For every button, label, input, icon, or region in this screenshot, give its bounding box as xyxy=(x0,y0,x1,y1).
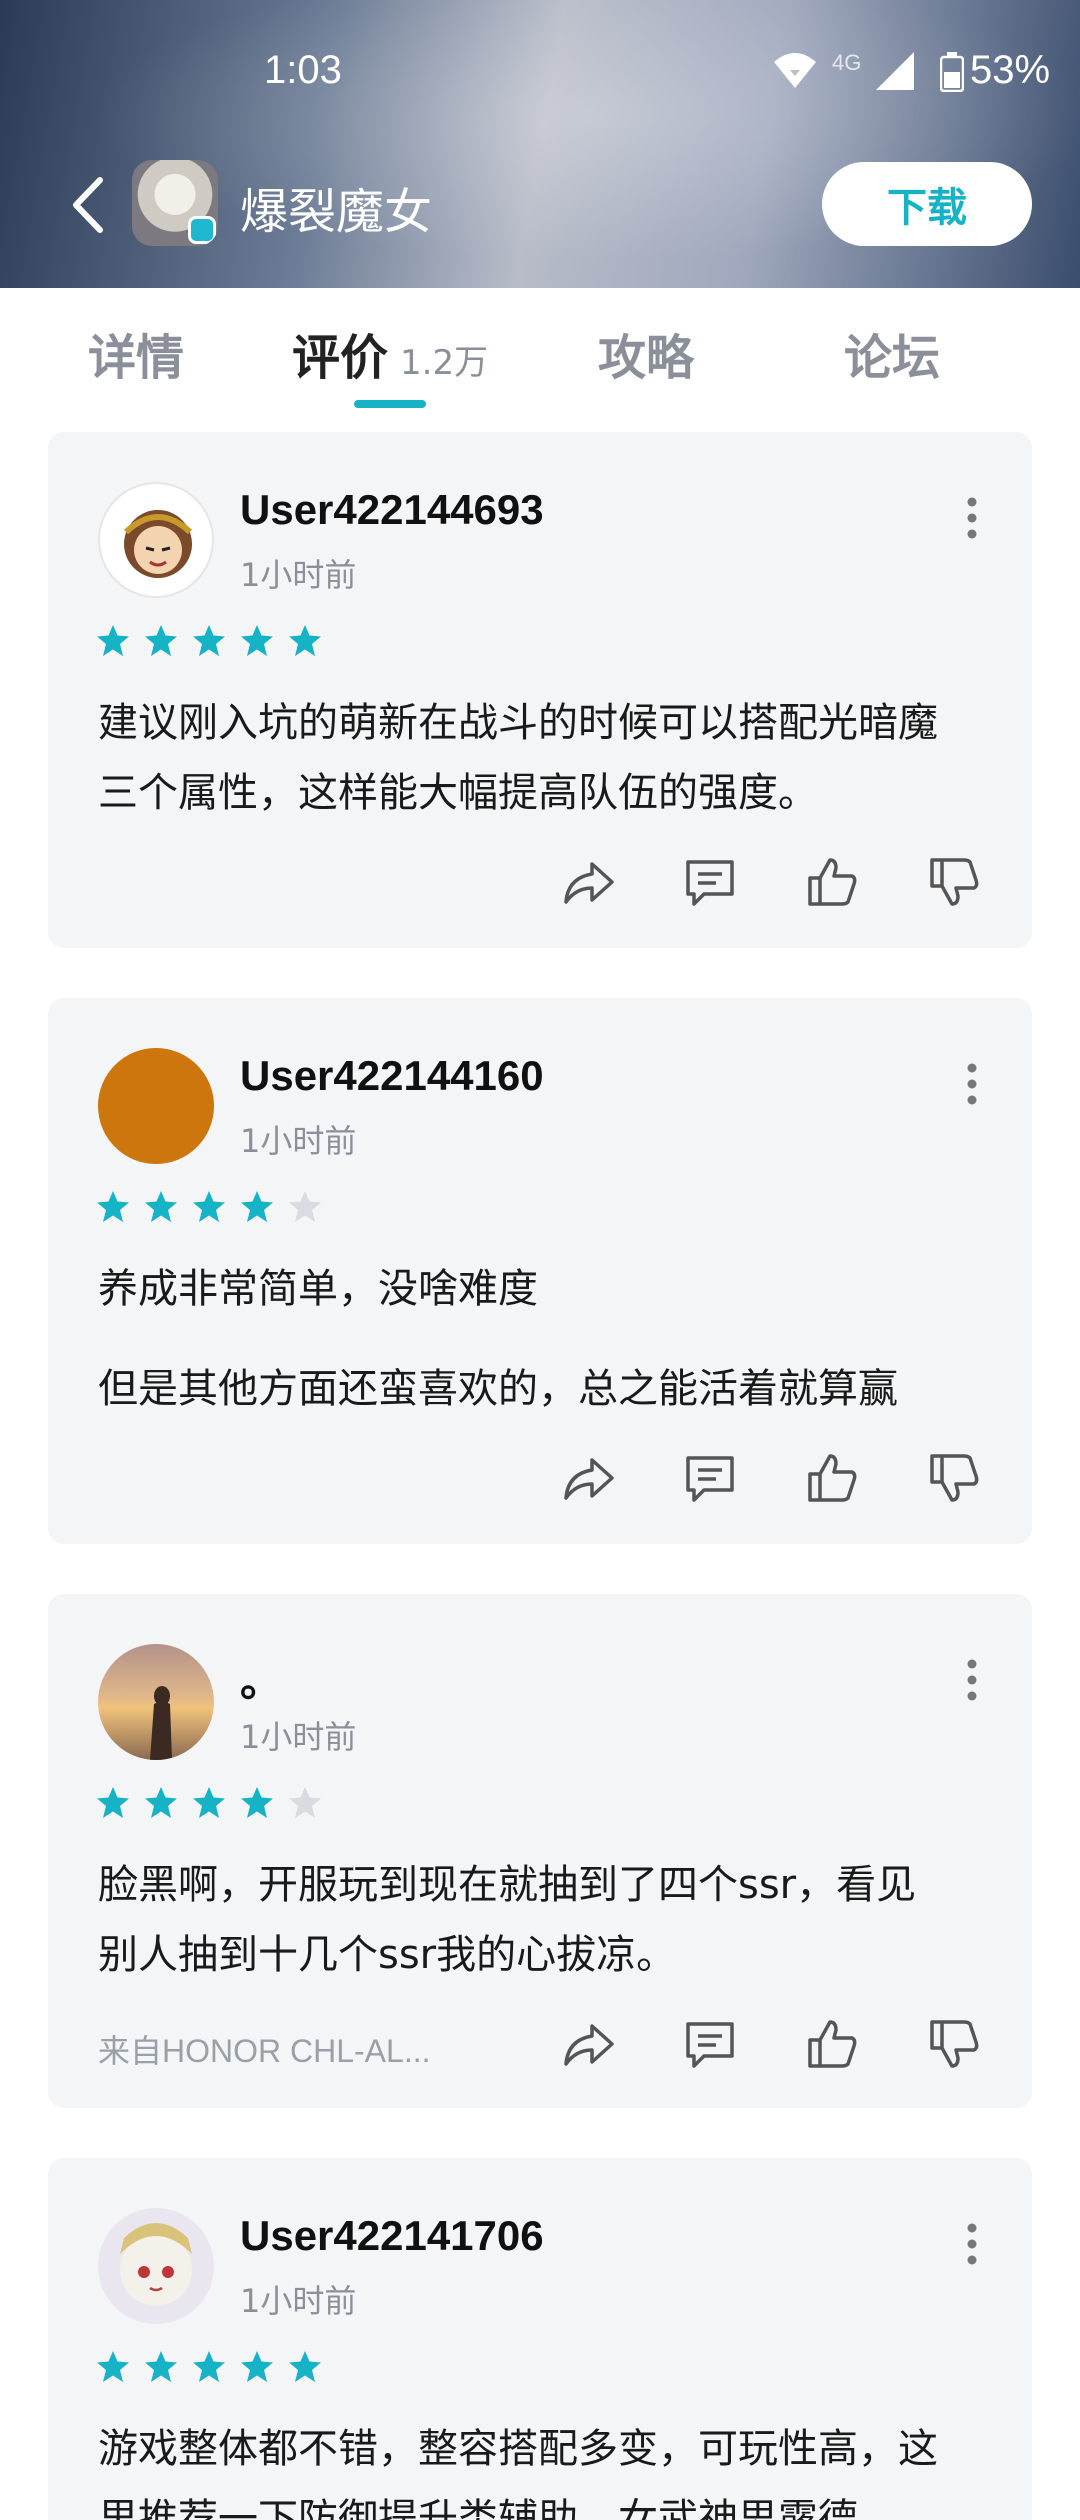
rating-stars xyxy=(96,1190,322,1224)
thumbs-up-icon[interactable] xyxy=(802,852,862,912)
rating-stars xyxy=(96,2350,322,2384)
review-actions xyxy=(558,1448,984,1508)
thumbs-down-icon[interactable] xyxy=(924,852,984,912)
star-empty-icon xyxy=(289,1787,321,1818)
review-time: 1小时前 xyxy=(240,2282,357,2320)
tab-reviews-label: 评价 xyxy=(292,330,389,386)
review-username[interactable]: User422141706 xyxy=(240,2212,544,2260)
star-filled-icon xyxy=(97,625,129,656)
comment-icon[interactable] xyxy=(680,1448,740,1508)
back-arrow-icon[interactable] xyxy=(64,170,114,240)
review-username[interactable]: User422144693 xyxy=(240,486,544,534)
star-filled-icon xyxy=(241,625,273,656)
review-text-line: 脸黑啊，开服玩到现在就抽到了四个ssr，看见 xyxy=(98,1862,917,1908)
avatar-anime-girl-image xyxy=(120,2223,192,2306)
avatar-monkey-image xyxy=(123,510,193,578)
avatar[interactable] xyxy=(98,482,214,598)
tab-forum-label: 论坛 xyxy=(844,330,941,386)
review-text-line: 养成非常简单，没啥难度 xyxy=(98,1266,538,1312)
review-text-line: 但是其他方面还蛮喜欢的，总之能活着就算赢 xyxy=(98,1366,898,1412)
more-options-icon[interactable] xyxy=(962,2222,982,2266)
comment-icon[interactable] xyxy=(680,2014,740,2074)
app-header: 1:03 4G 53% 爆裂魔女 下载 xyxy=(0,0,1080,288)
share-icon[interactable] xyxy=(558,2014,618,2074)
review-actions xyxy=(558,852,984,912)
review-text: 建议刚入坑的萌新在战斗的时候可以搭配光暗魔 三个属性，这样能大幅提高队伍的强度。 xyxy=(98,688,998,828)
star-filled-icon xyxy=(193,1787,225,1818)
tab-reviews[interactable]: 评价 1.2万 xyxy=(292,318,488,388)
review-card: User422141706 1小时前 游戏整体都不错，整容搭配多变，可玩性高，这… xyxy=(48,2158,1032,2520)
star-filled-icon xyxy=(193,625,225,656)
app-title: 爆裂魔女 xyxy=(240,184,433,240)
share-icon[interactable] xyxy=(558,852,618,912)
status-bar: 1:03 4G 53% xyxy=(0,0,1080,140)
star-filled-icon xyxy=(145,1191,177,1222)
signal-icon xyxy=(876,52,914,90)
star-filled-icon xyxy=(289,2351,321,2382)
review-card: User422144160 1小时前 养成非常简单，没啥难度 但是其他方面还蛮喜… xyxy=(48,998,1032,1544)
wifi-icon xyxy=(774,53,816,88)
avatar[interactable] xyxy=(98,1048,214,1164)
review-username[interactable]: 。 xyxy=(240,1648,282,1709)
thumbs-down-icon[interactable] xyxy=(924,2014,984,2074)
review-card: 。 1小时前 脸黑啊，开服玩到现在就抽到了四个ssr，看见 别人抽到十几个ssr… xyxy=(48,1594,1032,2108)
more-options-icon[interactable] xyxy=(962,1658,982,1702)
rating-stars xyxy=(96,1786,322,1820)
review-text-line: 三个属性，这样能大幅提高队伍的强度。 xyxy=(98,770,818,816)
review-time: 1小时前 xyxy=(240,1122,357,1160)
thumbs-down-icon[interactable] xyxy=(924,1448,984,1508)
battery-icon xyxy=(940,52,964,92)
thumbs-up-icon[interactable] xyxy=(802,1448,862,1508)
review-count: 1.2万 xyxy=(400,343,489,383)
rating-stars xyxy=(96,624,322,658)
review-text: 游戏整体都不错，整容搭配多变，可玩性高，这 里推荐一下防御提升类辅助，女武神思露… xyxy=(98,2414,998,2520)
avatar[interactable] xyxy=(98,2208,214,2324)
star-filled-icon xyxy=(145,1787,177,1818)
review-text-line: 建议刚入坑的萌新在战斗的时候可以搭配光暗魔 xyxy=(98,700,938,746)
review-text-line: 游戏整体都不错，整容搭配多变，可玩性高，这 xyxy=(98,2426,938,2472)
network-type: 4G xyxy=(832,50,862,75)
review-text: 养成非常简单，没啥难度 但是其他方面还蛮喜欢的，总之能活着就算赢 xyxy=(98,1254,998,1424)
tab-guides-label: 攻略 xyxy=(598,330,695,386)
star-filled-icon xyxy=(241,1191,273,1222)
tab-details-label: 详情 xyxy=(88,330,185,386)
review-card: User422144693 1小时前 建议刚入坑的萌新在战斗的时候可以搭配光暗魔… xyxy=(48,432,1032,948)
status-time: 1:03 xyxy=(264,48,342,92)
review-time: 1小时前 xyxy=(240,556,357,594)
star-filled-icon xyxy=(145,2351,177,2382)
review-device: 来自HONOR CHL-AL... xyxy=(98,2033,431,2069)
app-icon xyxy=(132,160,218,246)
battery-percent: 53% xyxy=(970,48,1051,92)
star-filled-icon xyxy=(193,1191,225,1222)
star-filled-icon xyxy=(97,1191,129,1222)
avatar[interactable] xyxy=(98,1644,214,1760)
review-username[interactable]: User422144160 xyxy=(240,1052,544,1100)
download-button[interactable]: 下载 xyxy=(822,162,1032,246)
tab-bar: 详情 评价 1.2万 攻略 论坛 xyxy=(0,288,1080,412)
more-options-icon[interactable] xyxy=(962,1062,982,1106)
review-text: 脸黑啊，开服玩到现在就抽到了四个ssr，看见 别人抽到十几个ssr我的心拔凉。 xyxy=(98,1850,998,1990)
review-text-line: 别人抽到十几个ssr我的心拔凉。 xyxy=(98,1932,677,1978)
star-filled-icon xyxy=(289,625,321,656)
tab-guides[interactable]: 攻略 xyxy=(598,318,694,388)
app-icon-badge xyxy=(188,216,216,244)
star-filled-icon xyxy=(241,1787,273,1818)
review-time: 1小时前 xyxy=(240,1718,357,1756)
tab-forum[interactable]: 论坛 xyxy=(844,318,940,388)
star-filled-icon xyxy=(145,625,177,656)
star-filled-icon xyxy=(193,2351,225,2382)
comment-icon[interactable] xyxy=(680,852,740,912)
star-filled-icon xyxy=(241,2351,273,2382)
star-empty-icon xyxy=(289,1191,321,1222)
more-options-icon[interactable] xyxy=(962,496,982,540)
share-icon[interactable] xyxy=(558,1448,618,1508)
review-actions xyxy=(558,2014,984,2074)
review-text-line: 里推荐一下防御提升类辅助，女武神思露德 xyxy=(98,2496,858,2520)
avatar-silhouette-image xyxy=(150,1686,172,1760)
active-tab-indicator xyxy=(354,400,426,408)
star-filled-icon xyxy=(97,1787,129,1818)
thumbs-up-icon[interactable] xyxy=(802,2014,862,2074)
tab-details[interactable]: 详情 xyxy=(88,318,184,388)
star-filled-icon xyxy=(97,2351,129,2382)
